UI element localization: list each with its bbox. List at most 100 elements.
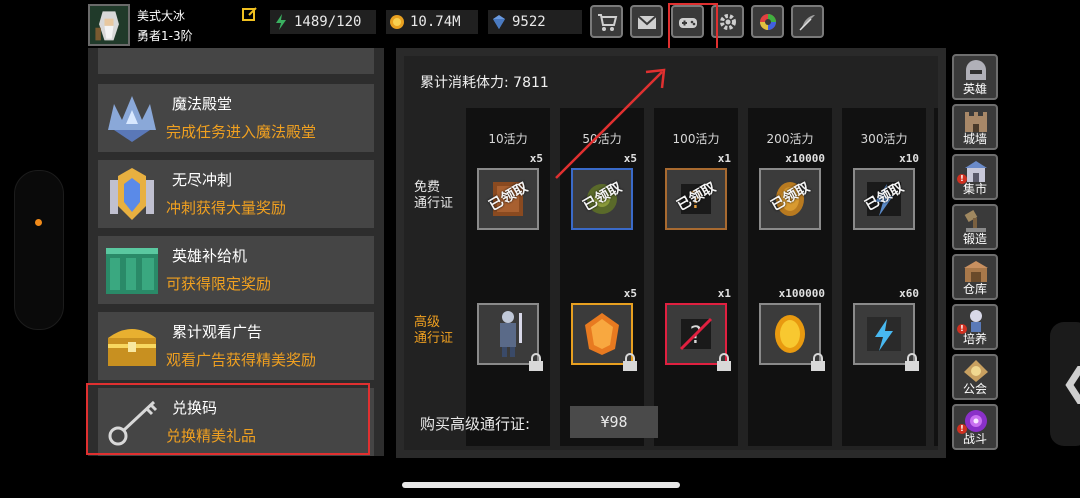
lightning-icon (867, 317, 901, 351)
sidebar-warehouse-button[interactable]: 仓库 (952, 254, 998, 300)
sidebar-label: 锻造 (962, 232, 987, 246)
feather-icon (798, 14, 815, 31)
shop-cart-icon (597, 13, 617, 31)
sidebar-label: 公会 (962, 382, 987, 396)
sidebar-label: 集市 (962, 182, 987, 196)
reward-quantity: x5 (529, 152, 543, 165)
color-button[interactable] (751, 5, 784, 38)
list-item-supply-machine[interactable]: 英雄补给机 可获得限定奖励 (98, 236, 374, 304)
sidebar-battle-button[interactable]: ! 战斗 (952, 404, 998, 450)
premium-reward-cell[interactable] (477, 303, 543, 371)
lock-icon (623, 353, 637, 371)
energy-stat: 1489/120 (270, 10, 376, 34)
free-reward-cell[interactable]: x10000 已领取 (759, 152, 825, 230)
list-item-watch-ads[interactable]: 累计观看广告 观看广告获得精美奖励 (98, 312, 374, 380)
sidebar-training-button[interactable]: ! 培养 (952, 304, 998, 350)
reward-column-300: 300活力 x10 已领取 x60 (842, 108, 926, 446)
buy-premium-button[interactable]: ¥98 (570, 406, 658, 438)
lock-icon (905, 353, 919, 371)
entry-subtitle: 可获得限定奖励 (166, 275, 272, 293)
entry-title: 累计观看广告 (172, 323, 263, 341)
list-item-partial[interactable] (98, 48, 374, 74)
energy-value: 1489/120 (294, 14, 362, 30)
player-name: 美式大冰 (137, 9, 186, 23)
premium-pass-text: 高级 通行证 (414, 315, 454, 346)
sidebar-wall-button[interactable]: 城墙 (952, 104, 998, 150)
entry-subtitle: 冲刺获得大量奖励 (166, 199, 287, 217)
home-indicator[interactable] (402, 482, 680, 488)
settings-gear-icon (719, 13, 736, 30)
list-item-endless-sprint[interactable]: 无尽冲刺 冲刺获得大量奖励 (98, 160, 374, 228)
supply-machine-icon (106, 248, 158, 294)
entry-title: 英雄补给机 (172, 247, 248, 265)
sidebar-guild-button[interactable]: 公会 (952, 354, 998, 400)
mail-icon (636, 14, 657, 29)
sidebar-label: 英雄 (962, 82, 987, 96)
consumed-energy-label: 累计消耗体力: 7811 (420, 75, 549, 91)
reward-quantity: x60 (899, 287, 919, 300)
reward-quantity: x10 (899, 152, 919, 165)
free-pass-text: 免费 通行证 (414, 180, 454, 211)
lock-icon (717, 353, 731, 371)
gold-stat: 10.74M (386, 10, 478, 34)
entry-subtitle: 观看广告获得精美奖励 (166, 351, 317, 369)
premium-reward-cell[interactable]: x5 (571, 287, 637, 371)
annotation-arrow (555, 68, 666, 179)
player-rank: 勇者1-3阶 (137, 29, 193, 43)
sidebar-market-button[interactable]: ! 集市 (952, 154, 998, 200)
reward-quantity: x10000 (785, 152, 825, 165)
sidebar-label: 战斗 (962, 432, 987, 446)
column-header: 200活力 (766, 132, 814, 146)
edit-name-icon[interactable] (242, 6, 258, 22)
chevron-left-icon: ❮ (1060, 360, 1080, 404)
column-header: 300活力 (860, 132, 908, 146)
energy-icon (276, 14, 286, 30)
feather-button[interactable] (791, 5, 824, 38)
reward-column-10: 10活力 x5 已领取 (466, 108, 550, 446)
diamond-icon (493, 15, 505, 29)
reward-column-partial (934, 108, 938, 446)
reward-quantity: x5 (623, 287, 637, 300)
premium-reward-cell[interactable]: ? x1 (665, 287, 731, 371)
hero-knight-icon (500, 311, 522, 357)
reward-quantity: x1 (717, 287, 731, 300)
sidebar-label: 城墙 (962, 132, 987, 146)
sidebar-label: 培养 (962, 332, 987, 346)
premium-reward-cell[interactable]: x100000 (759, 287, 825, 371)
gold-value: 10.74M (410, 14, 461, 30)
floating-side-handle[interactable] (14, 170, 64, 330)
sidebar-hero-button[interactable]: 英雄 (952, 54, 998, 100)
wizard-portrait-icon (90, 6, 128, 44)
reward-quantity: x1 (717, 152, 731, 165)
sidebar-forge-button[interactable]: 锻造 (952, 204, 998, 250)
entry-title: 无尽冲刺 (172, 171, 233, 189)
lock-icon (811, 353, 825, 371)
free-pass-label: 免费 通行证 (414, 180, 453, 212)
price-text: ¥98 (600, 413, 628, 431)
gold-coin-icon (775, 315, 805, 353)
orange-gem-icon (585, 313, 619, 355)
free-reward-cell[interactable]: x10 已领取 (853, 152, 919, 230)
gem-shield-icon (110, 168, 154, 220)
reward-quantity: x100000 (778, 287, 825, 300)
indicator-dot (35, 219, 42, 226)
list-item-magic-hall[interactable]: 魔法殿堂 完成任务进入魔法殿堂 (98, 84, 374, 152)
color-wheel-icon (759, 13, 776, 30)
premium-reward-cell[interactable]: x60 (853, 287, 919, 371)
crystal-crown-icon (108, 96, 156, 142)
shop-button[interactable] (590, 5, 623, 38)
entry-subtitle: 完成任务进入魔法殿堂 (166, 123, 317, 141)
collapse-panel-button[interactable]: ❮ (1050, 322, 1080, 446)
column-header: 10活力 (488, 132, 528, 146)
mystery-item-icon: ? (679, 317, 713, 351)
free-reward-cell[interactable]: x5 已领取 (477, 152, 543, 230)
diamond-value: 9522 (512, 14, 546, 30)
mail-button[interactable] (630, 5, 663, 38)
lock-icon (529, 353, 543, 371)
buy-premium-label: 购买高级通行证: (420, 415, 531, 433)
player-avatar[interactable] (88, 4, 130, 46)
treasure-chest-icon (108, 329, 156, 366)
sidebar-label: 仓库 (962, 282, 987, 296)
gold-coin-icon (390, 15, 404, 29)
diamond-stat: 9522 (488, 10, 582, 34)
